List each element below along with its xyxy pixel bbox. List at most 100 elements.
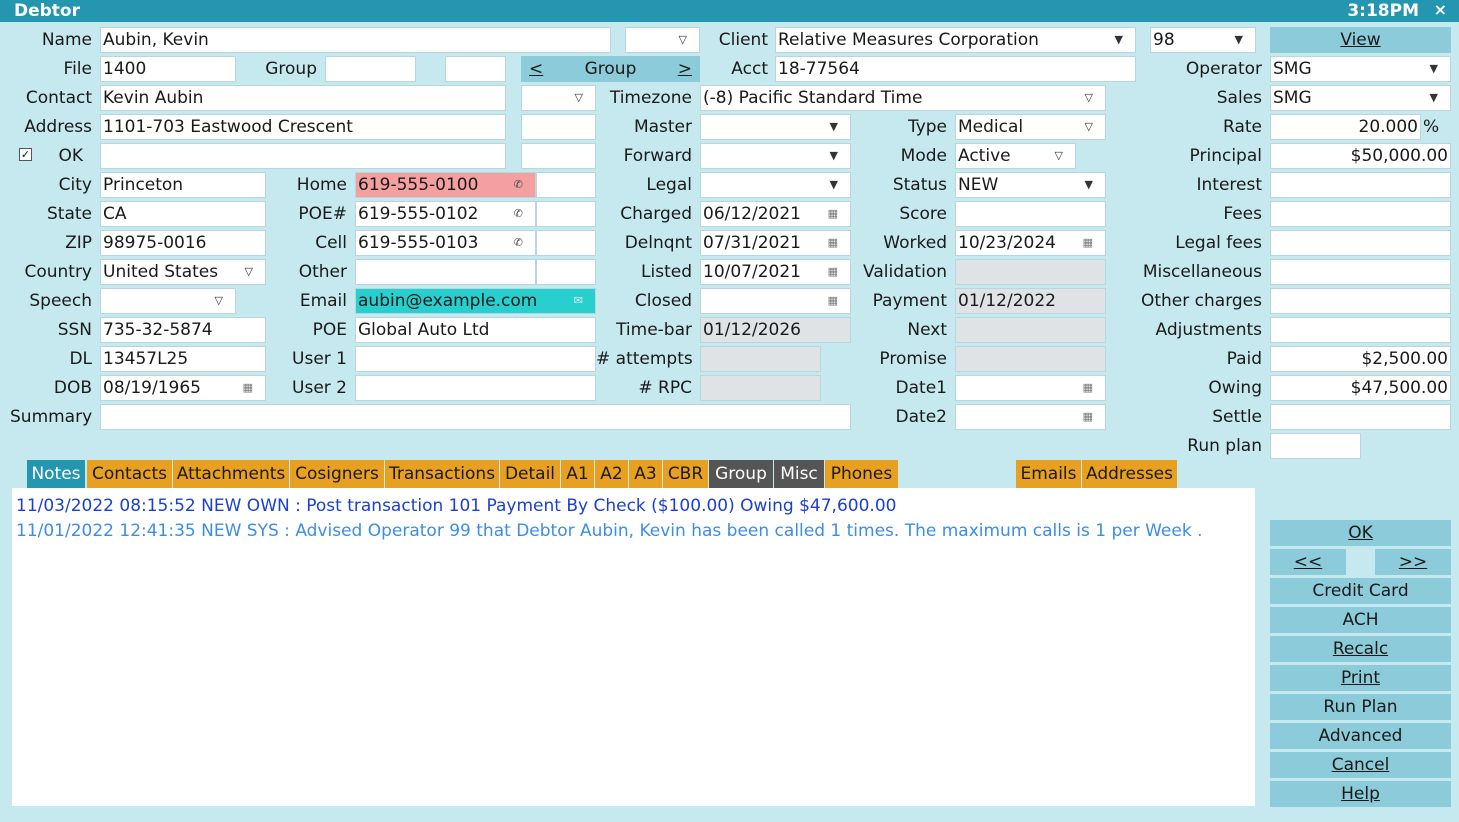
misc-input[interactable] <box>1270 259 1451 285</box>
dl-input[interactable]: 13457L25 <box>100 346 266 372</box>
speech-select[interactable]: ▽ <box>100 288 236 314</box>
client-code-select[interactable]: 98 ▼ <box>1150 27 1256 53</box>
email-input[interactable]: aubin@example.com ✉ <box>355 288 596 314</box>
delnqnt-input[interactable]: 07/31/2021 ▦ <box>700 230 851 256</box>
charged-input[interactable]: 06/12/2021 ▦ <box>700 201 851 227</box>
forward-select[interactable]: ▼ <box>700 143 851 169</box>
interest-input[interactable] <box>1270 172 1451 198</box>
closed-input[interactable]: ▦ <box>700 288 851 314</box>
dob-input[interactable]: 08/19/1965 ▦ <box>100 375 266 401</box>
tab-a3[interactable]: A3 <box>629 460 663 488</box>
tab-attachments[interactable]: Attachments <box>173 460 290 488</box>
acct-input[interactable]: 18-77564 <box>775 56 1136 82</box>
recalc-button[interactable]: Recalc <box>1270 636 1451 662</box>
tab-emails[interactable]: Emails <box>1016 460 1082 488</box>
close-icon[interactable]: × <box>1434 0 1447 20</box>
tab-phones[interactable]: Phones <box>825 460 899 488</box>
note-line[interactable]: 11/01/2022 12:41:35 NEW SYS : Advised Op… <box>16 519 1251 544</box>
tab-detail[interactable]: Detail <box>500 460 561 488</box>
cancel-button[interactable]: Cancel <box>1270 752 1451 778</box>
tab-addresses[interactable]: Addresses <box>1082 460 1178 488</box>
tab-cbr[interactable]: CBR <box>663 460 709 488</box>
operator-select[interactable]: SMG ▼ <box>1270 56 1451 82</box>
address2-extra-input[interactable] <box>521 143 596 169</box>
group-nav-button[interactable]: < Group > <box>521 56 700 82</box>
calendar-icon[interactable]: ▦ <box>1083 231 1093 255</box>
type-select[interactable]: Medical ▽ <box>955 114 1106 140</box>
tab-misc[interactable]: Misc <box>774 460 825 488</box>
contact-select[interactable]: ▽ <box>521 85 596 111</box>
address2-input[interactable] <box>100 143 506 169</box>
notes-panel[interactable]: 11/03/2022 08:15:52 NEW OWN : Post trans… <box>12 488 1255 806</box>
listed-input[interactable]: 10/07/2021 ▦ <box>700 259 851 285</box>
poe-input[interactable]: Global Auto Ltd <box>355 317 596 343</box>
home-phone-input[interactable]: 619-555-0100 ✆ <box>355 172 536 198</box>
worked-input[interactable]: 10/23/2024 ▦ <box>955 230 1106 256</box>
cell-phone-input[interactable]: 619-555-0103 ✆ <box>355 230 536 256</box>
advanced-button[interactable]: Advanced <box>1270 723 1451 749</box>
timezone-select[interactable]: (-8) Pacific Standard Time ▽ <box>700 85 1106 111</box>
run-plan-button[interactable]: Run Plan <box>1270 694 1451 720</box>
zip-input[interactable]: 98975-0016 <box>100 230 266 256</box>
master-select[interactable]: ▼ <box>700 114 851 140</box>
calendar-icon[interactable]: ▦ <box>828 202 838 226</box>
city-input[interactable]: Princeton <box>100 172 266 198</box>
print-button[interactable]: Print <box>1270 665 1451 691</box>
file-input[interactable]: 1400 <box>100 56 236 82</box>
tab-notes[interactable]: Notes <box>27 460 86 488</box>
name-input[interactable]: Aubin, Kevin <box>100 27 611 53</box>
summary-input[interactable] <box>100 404 851 430</box>
paid-input[interactable]: $2,500.00 <box>1270 346 1451 372</box>
ok-button[interactable]: OK <box>1270 520 1451 546</box>
score-input[interactable] <box>955 201 1106 227</box>
calendar-icon[interactable]: ▦ <box>243 376 253 400</box>
client-select[interactable]: Relative Measures Corporation ▼ <box>775 27 1136 53</box>
group-prev-button[interactable]: < <box>529 56 543 82</box>
next-record-button[interactable]: >> <box>1375 549 1451 575</box>
home-ext-input[interactable] <box>536 172 596 198</box>
mode-select[interactable]: Active ▽ <box>955 143 1076 169</box>
calendar-icon[interactable]: ▦ <box>828 289 838 313</box>
settle-input[interactable] <box>1270 404 1451 430</box>
sales-select[interactable]: SMG ▼ <box>1270 85 1451 111</box>
address-extra-input[interactable] <box>521 114 596 140</box>
date1-input[interactable]: ▦ <box>955 375 1106 401</box>
ok-checkbox[interactable]: ✓ <box>19 148 32 161</box>
help-button[interactable]: Help <box>1270 781 1451 807</box>
run-plan-input[interactable] <box>1270 433 1361 459</box>
name-suffix-select[interactable]: ▽ <box>625 27 700 53</box>
poe-ext-input[interactable] <box>536 201 596 227</box>
adjustments-input[interactable] <box>1270 317 1451 343</box>
group-next-button[interactable]: > <box>678 56 692 82</box>
status-select[interactable]: NEW ▼ <box>955 172 1106 198</box>
country-select[interactable]: United States ▽ <box>100 259 266 285</box>
credit-card-button[interactable]: Credit Card <box>1270 578 1451 604</box>
tab-cosigners[interactable]: Cosigners <box>290 460 385 488</box>
calendar-icon[interactable]: ▦ <box>828 260 838 284</box>
group-input[interactable] <box>325 56 416 82</box>
state-input[interactable]: CA <box>100 201 266 227</box>
legal-fees-input[interactable] <box>1270 230 1451 256</box>
legal-select[interactable]: ▼ <box>700 172 851 198</box>
cell-ext-input[interactable] <box>536 230 596 256</box>
user1-input[interactable] <box>355 346 596 372</box>
calendar-icon[interactable]: ▦ <box>1083 376 1093 400</box>
other-charges-input[interactable] <box>1270 288 1451 314</box>
user2-input[interactable] <box>355 375 596 401</box>
view-button[interactable]: View <box>1270 27 1451 53</box>
tab-a1[interactable]: A1 <box>561 460 595 488</box>
other-phone-input[interactable] <box>355 259 536 285</box>
phone-icon[interactable]: ✆ <box>514 202 523 226</box>
address-input[interactable]: 1101-703 Eastwood Crescent <box>100 114 506 140</box>
tab-transactions[interactable]: Transactions <box>385 460 500 488</box>
note-line[interactable]: 11/03/2022 08:15:52 NEW OWN : Post trans… <box>16 494 1251 519</box>
phone-icon[interactable]: ✆ <box>514 231 523 255</box>
owing-input[interactable]: $47,500.00 <box>1270 375 1451 401</box>
mail-icon[interactable]: ✉ <box>574 289 583 313</box>
fees-input[interactable] <box>1270 201 1451 227</box>
tab-a2[interactable]: A2 <box>595 460 629 488</box>
tab-group[interactable]: Group <box>709 460 774 488</box>
contact-input[interactable]: Kevin Aubin <box>100 85 506 111</box>
phone-icon[interactable]: ✆ <box>514 173 523 197</box>
ssn-input[interactable]: 735-32-5874 <box>100 317 266 343</box>
